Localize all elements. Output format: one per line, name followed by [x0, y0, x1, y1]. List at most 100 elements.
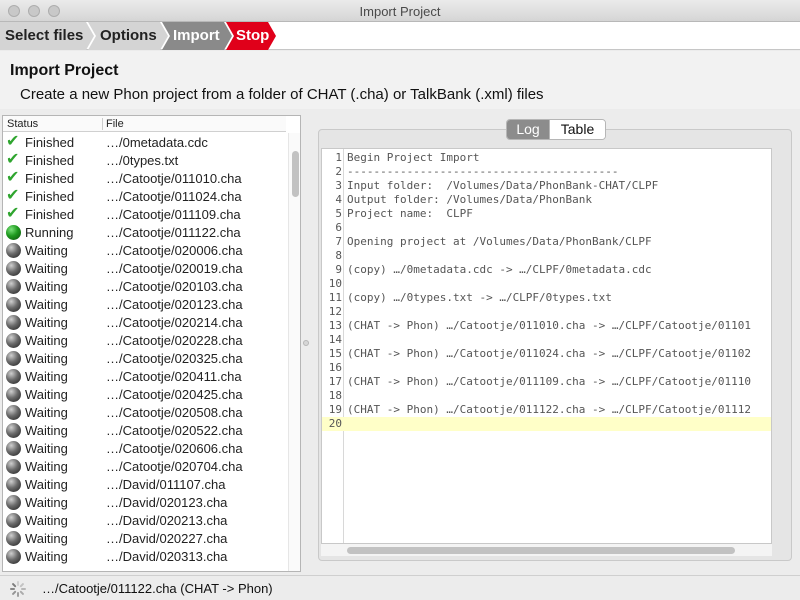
- table-row[interactable]: Waiting …/Catootje/020123.cha: [3, 295, 286, 313]
- table-row[interactable]: ✔ Finished …/Catootje/011010.cha: [3, 169, 286, 187]
- row-file: …/Catootje/011010.cha: [106, 171, 242, 186]
- waiting-status-icon: [6, 279, 21, 294]
- row-file: …/Catootje/020019.cha: [106, 261, 243, 276]
- line-number: 4: [335, 193, 342, 206]
- table-row[interactable]: ✔ Finished …/Catootje/011109.cha: [3, 205, 286, 223]
- tab-table[interactable]: Table: [549, 120, 605, 139]
- log-line: 3 Input folder: /Volumes/Data/PhonBank-CH…: [322, 179, 771, 193]
- table-row[interactable]: Running …/Catootje/011122.cha: [3, 223, 286, 241]
- log-text-area[interactable]: 1 Begin Project Import 2 ------------------…: [321, 148, 772, 544]
- table-row[interactable]: Waiting …/David/020313.cha: [3, 547, 286, 565]
- table-row[interactable]: Waiting …/Catootje/020606.cha: [3, 439, 286, 457]
- log-scroll-thumb[interactable]: [347, 547, 735, 554]
- table-row[interactable]: ✔ Finished …/Catootje/011024.cha: [3, 187, 286, 205]
- table-row[interactable]: Waiting …/David/020213.cha: [3, 511, 286, 529]
- line-text: Output folder: /Volumes/Data/PhonBank: [347, 193, 593, 206]
- row-file: …/Catootje/020228.cha: [106, 333, 243, 348]
- step-options[interactable]: Options: [88, 22, 168, 50]
- row-status: Waiting: [25, 333, 68, 348]
- step-import[interactable]: Import: [162, 22, 232, 50]
- table-row[interactable]: Waiting …/Catootje/020522.cha: [3, 421, 286, 439]
- table-row[interactable]: Waiting …/Catootje/020411.cha: [3, 367, 286, 385]
- table-row[interactable]: Waiting …/David/020123.cha: [3, 493, 286, 511]
- wizard-steps: Select files Options Import Stop: [0, 22, 800, 50]
- table-row[interactable]: Waiting …/Catootje/020508.cha: [3, 403, 286, 421]
- spinner-tick: [19, 590, 25, 596]
- tab-log[interactable]: Log: [507, 120, 549, 139]
- step-stop-button[interactable]: Stop: [226, 22, 276, 50]
- table-row[interactable]: Waiting …/Catootje/020019.cha: [3, 259, 286, 277]
- row-status: Waiting: [25, 549, 68, 564]
- table-row[interactable]: Waiting …/Catootje/020228.cha: [3, 331, 286, 349]
- table-row[interactable]: Waiting …/Catootje/020214.cha: [3, 313, 286, 331]
- waiting-status-icon: [6, 531, 21, 546]
- row-file: …/Catootje/020425.cha: [106, 387, 243, 402]
- row-file: …/Catootje/020214.cha: [106, 315, 243, 330]
- row-file: …/Catootje/020606.cha: [106, 441, 243, 456]
- spinner-tick: [11, 590, 17, 596]
- waiting-status-icon: [6, 441, 21, 456]
- task-table-scrollbar[interactable]: [288, 133, 300, 571]
- table-row[interactable]: Waiting …/David/011107.cha: [3, 475, 286, 493]
- line-number: 14: [328, 333, 342, 346]
- spinner-tick: [19, 582, 25, 588]
- column-status[interactable]: Status: [7, 118, 38, 130]
- row-file: …/Catootje/020508.cha: [106, 405, 243, 420]
- table-row[interactable]: Waiting …/Catootje/020704.cha: [3, 457, 286, 475]
- row-status: Waiting: [25, 495, 68, 510]
- row-file: …/David/020213.cha: [106, 513, 228, 528]
- waiting-status-icon: [6, 351, 21, 366]
- spinner-tick: [11, 582, 17, 588]
- task-table-scroll-thumb[interactable]: [292, 151, 299, 197]
- log-line: 12: [322, 305, 771, 319]
- row-file: …/0metadata.cdc: [106, 135, 208, 150]
- log-line: 2 ---------------------------------------…: [322, 165, 771, 179]
- line-number: 10: [328, 277, 342, 290]
- checkmark-icon: ✔: [6, 205, 20, 222]
- row-file: …/David/011107.cha: [106, 477, 226, 492]
- log-line: 10: [322, 277, 771, 291]
- row-status: Running: [25, 225, 74, 240]
- log-horizontal-scrollbar[interactable]: [321, 544, 772, 556]
- table-row[interactable]: Waiting …/Catootje/020325.cha: [3, 349, 286, 367]
- log-line: 13 (CHAT -> Phon) …/Catootje/011010.cha -…: [322, 319, 771, 333]
- row-file: …/Catootje/020325.cha: [106, 351, 243, 366]
- line-number: 17: [328, 375, 342, 388]
- waiting-status-icon: [6, 549, 21, 564]
- column-file[interactable]: File: [106, 118, 124, 130]
- waiting-status-icon: [6, 477, 21, 492]
- row-file: …/Catootje/020103.cha: [106, 279, 243, 294]
- line-text: (copy) …/0types.txt -> …/CLPF/0types.txt: [347, 291, 612, 304]
- log-line: 16: [322, 361, 771, 375]
- column-divider[interactable]: [102, 118, 103, 130]
- log-line: 18: [322, 389, 771, 403]
- line-number: 12: [328, 305, 342, 318]
- log-line: 15 (CHAT -> Phon) …/Catootje/011024.cha -…: [322, 347, 771, 361]
- row-status: Waiting: [25, 405, 68, 420]
- log-line: 8: [322, 249, 771, 263]
- page-header: Import Project Create a new Phon project…: [0, 51, 800, 109]
- table-row[interactable]: ✔ Finished …/0types.txt: [3, 151, 286, 169]
- table-row[interactable]: ✔ Finished …/0metadata.cdc: [3, 133, 286, 151]
- line-number: 8: [335, 249, 342, 262]
- table-row[interactable]: Waiting …/Catootje/020006.cha: [3, 241, 286, 259]
- row-status: Finished: [25, 171, 75, 186]
- table-row[interactable]: Waiting …/Catootje/020103.cha: [3, 277, 286, 295]
- step-select-files[interactable]: Select files: [0, 22, 94, 50]
- row-status: Waiting: [25, 315, 68, 330]
- spinner-tick: [21, 588, 26, 590]
- row-status: Waiting: [25, 279, 68, 294]
- row-file: …/David/020313.cha: [106, 549, 228, 564]
- table-row[interactable]: Waiting …/David/020227.cha: [3, 529, 286, 547]
- table-row[interactable]: Waiting …/Catootje/020425.cha: [3, 385, 286, 403]
- row-status: Waiting: [25, 369, 68, 384]
- split-pane-handle[interactable]: [303, 340, 309, 346]
- row-status: Finished: [25, 207, 75, 222]
- line-number: 20: [328, 417, 342, 430]
- row-status: Waiting: [25, 261, 68, 276]
- line-number: 13: [328, 319, 342, 332]
- title-bar: Import Project: [0, 0, 800, 22]
- row-file: …/Catootje/011122.cha: [106, 225, 241, 240]
- line-text: Begin Project Import: [347, 151, 480, 164]
- waiting-status-icon: [6, 513, 21, 528]
